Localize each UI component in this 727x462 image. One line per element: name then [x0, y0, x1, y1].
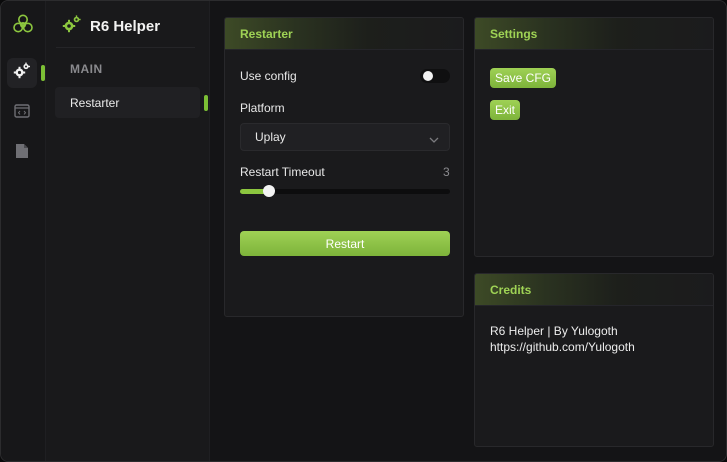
credits-line-link[interactable]: https://github.com/Yulogoth — [490, 339, 635, 355]
code-window-icon — [14, 103, 30, 123]
timeout-label: Restart Timeout — [240, 165, 325, 179]
nav-divider — [56, 47, 195, 48]
settings-card-header: Settings — [475, 18, 713, 50]
slider-thumb[interactable] — [263, 185, 276, 197]
rail-code-button[interactable] — [7, 98, 37, 128]
restarter-card-header: Restarter — [225, 18, 463, 50]
gears-icon — [62, 15, 82, 38]
use-config-toggle[interactable] — [420, 69, 450, 83]
toggle-knob — [423, 71, 433, 81]
platform-label: Platform — [240, 101, 285, 115]
nav-active-indicator — [204, 95, 208, 111]
save-cfg-button[interactable]: Save CFG — [490, 68, 557, 88]
icon-rail — [1, 1, 46, 461]
timeout-slider[interactable] — [240, 185, 450, 197]
timeout-value: 3 — [443, 165, 450, 179]
document-icon — [15, 143, 29, 164]
rail-gears-button[interactable] — [7, 58, 37, 88]
rail-document-button[interactable] — [7, 138, 37, 168]
restart-button[interactable]: Restart — [240, 231, 450, 256]
credits-card-header: Credits — [475, 274, 713, 306]
settings-card: Settings Save CFG Exit — [474, 17, 714, 257]
biohazard-logo-icon — [11, 12, 35, 36]
main-content: Restarter Use config Platform Uplay Rest… — [210, 1, 726, 461]
credits-text: R6 Helper | By Yulogoth https://github.c… — [490, 323, 635, 355]
credits-card: Credits R6 Helper | By Yulogoth https://… — [474, 273, 714, 447]
nav-pane: R6 Helper MAIN Restarter — [46, 1, 210, 461]
gears-icon — [13, 62, 31, 85]
nav-item-restarter[interactable]: Restarter — [55, 87, 200, 118]
chevron-down-icon — [429, 132, 439, 150]
exit-button[interactable]: Exit — [490, 100, 521, 120]
restarter-card: Restarter Use config Platform Uplay Rest… — [224, 17, 464, 317]
nav-section-label: MAIN — [70, 62, 103, 76]
use-config-label: Use config — [240, 69, 297, 83]
credits-line-author: R6 Helper | By Yulogoth — [490, 324, 618, 338]
app-title: R6 Helper — [90, 18, 161, 35]
nav-item-label: Restarter — [70, 95, 120, 110]
platform-select-value: Uplay — [255, 130, 286, 144]
rail-active-indicator — [41, 65, 45, 81]
app-window: R6 Helper MAIN Restarter Restarter Use c… — [0, 0, 727, 462]
brand: R6 Helper — [62, 15, 160, 38]
platform-select[interactable]: Uplay — [240, 123, 450, 151]
